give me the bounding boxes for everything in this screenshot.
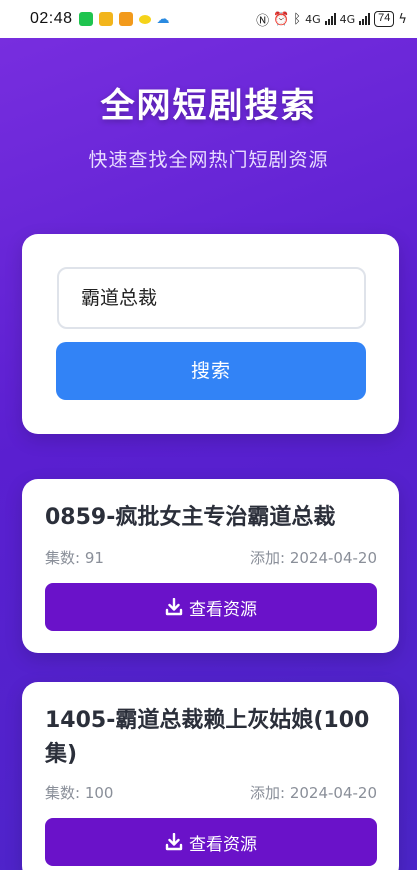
alarm-icon: ⏰: [273, 11, 290, 27]
view-resource-button[interactable]: 查看资源: [45, 583, 377, 631]
added-date: 添加: 2024-04-20: [250, 549, 377, 567]
chat-bubble-icon: [138, 14, 151, 24]
view-resource-label: 查看资源: [189, 599, 257, 620]
download-icon: [165, 833, 183, 851]
search-input[interactable]: 霸道总裁: [57, 267, 366, 329]
network-type-2: 4G: [339, 12, 356, 26]
notes-app-icon: [98, 12, 113, 26]
search-button[interactable]: 搜索: [56, 342, 366, 400]
episode-count: 集数: 100: [45, 784, 114, 802]
status-left: 02:48 ☁: [30, 10, 170, 28]
page-title: 全网短剧搜索: [100, 86, 317, 126]
bluetooth-icon: ᛒ: [293, 11, 302, 27]
status-bar: 02:48 ☁ Ⓝ ⏰ ᛒ 4G 4G 74 ϟ: [0, 0, 417, 38]
status-right: Ⓝ ⏰ ᛒ 4G 4G 74 ϟ: [256, 10, 407, 29]
battery-level: 74: [374, 11, 395, 27]
result-meta: 集数: 91 添加: 2024-04-20: [45, 547, 377, 568]
signal-2-icon: [359, 13, 371, 25]
network-type-1: 4G: [305, 12, 321, 26]
page-subtitle: 快速查找全网热门短剧资源: [88, 149, 329, 171]
result-title: 0859-疯批女主专治霸道总裁: [45, 505, 336, 530]
episode-count: 集数: 91: [45, 549, 104, 567]
search-card: 霸道总裁 搜索: [22, 234, 399, 434]
added-date: 添加: 2024-04-20: [250, 784, 377, 802]
view-resource-label: 查看资源: [189, 834, 257, 855]
app-notification-icon: [118, 12, 133, 26]
header: 全网短剧搜索 快速查找全网热门短剧资源: [0, 78, 417, 172]
result-meta: 集数: 100 添加: 2024-04-20: [45, 782, 377, 803]
status-time: 02:48: [30, 10, 73, 27]
download-icon: [165, 598, 183, 616]
signal-1-icon: [324, 13, 336, 25]
nfc-icon: Ⓝ: [256, 13, 270, 29]
result-card: 0859-疯批女主专治霸道总裁 集数: 91 添加: 2024-04-20 查看…: [22, 479, 399, 653]
view-resource-button[interactable]: 查看资源: [45, 818, 377, 866]
result-title: 1405-霸道总裁赖上灰姑娘(100集): [45, 708, 370, 767]
result-card: 1405-霸道总裁赖上灰姑娘(100集) 集数: 100 添加: 2024-04…: [22, 682, 399, 870]
wechat-icon: [78, 12, 93, 26]
charging-icon: ϟ: [398, 11, 407, 27]
cloud-icon: ☁: [156, 11, 170, 27]
